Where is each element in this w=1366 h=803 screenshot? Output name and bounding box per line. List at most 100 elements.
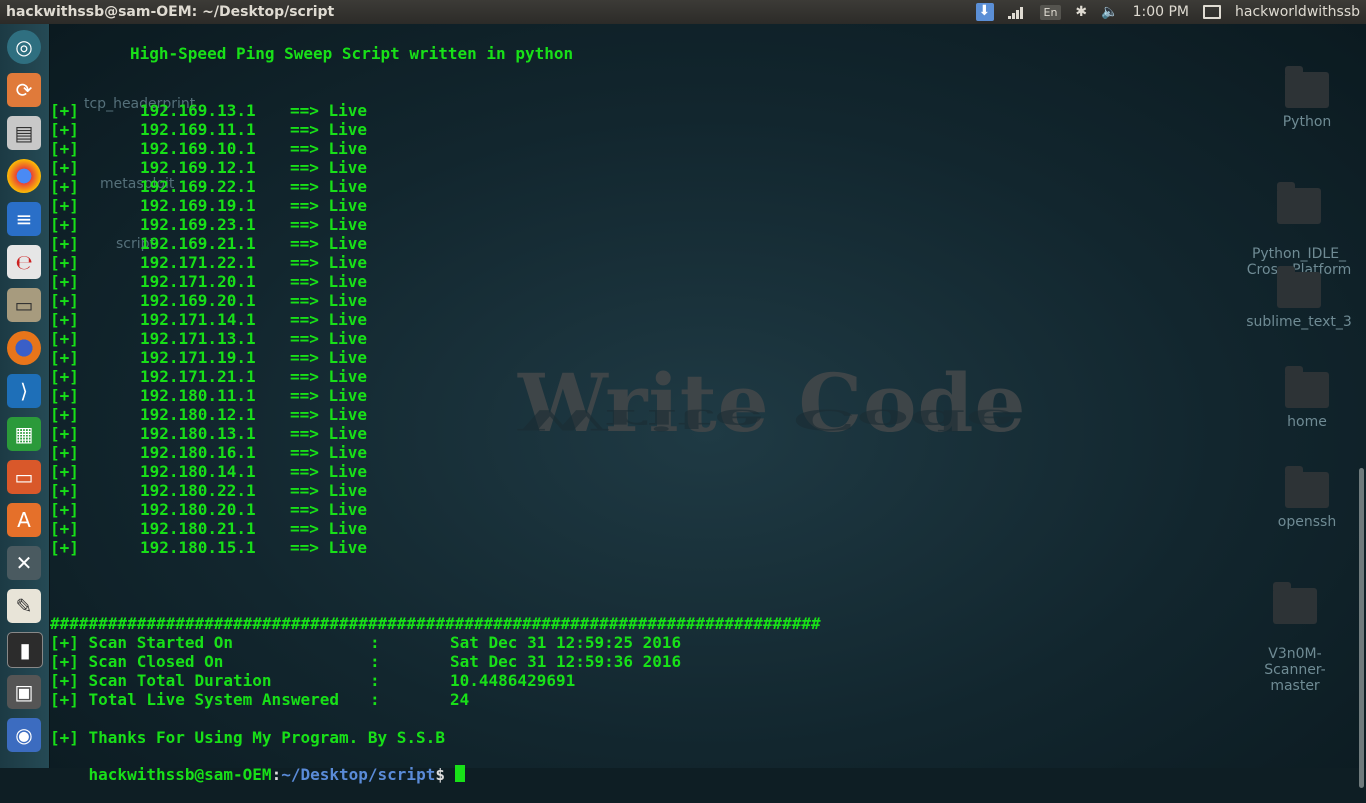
result-status: ==> Live bbox=[290, 462, 367, 481]
result-status: ==> Live bbox=[290, 424, 367, 443]
result-ip: 192.180.12.1 bbox=[140, 405, 256, 424]
files-icon[interactable]: ▭ bbox=[7, 288, 41, 322]
result-tag: [+] bbox=[50, 443, 79, 462]
result-status: ==> Live bbox=[290, 272, 367, 291]
result-tag: [+] bbox=[50, 424, 79, 443]
software-updater-icon[interactable]: ⟳ bbox=[7, 73, 41, 107]
result-tag: [+] bbox=[50, 500, 79, 519]
software-center-icon[interactable]: A bbox=[7, 503, 41, 537]
result-status: ==> Live bbox=[290, 177, 367, 196]
terminal-scrollbar[interactable] bbox=[1359, 468, 1364, 788]
result-status: ==> Live bbox=[290, 519, 367, 538]
result-ip: 192.180.14.1 bbox=[140, 462, 256, 481]
result-ip: 192.171.13.1 bbox=[140, 329, 256, 348]
result-status: ==> Live bbox=[290, 329, 367, 348]
launcher: ◎ ⟳ ▤ ≡ ℮ ▭ ⟩ ▦ ▭ A ✕ ✎ ▮ ▣ ◉ bbox=[0, 24, 50, 768]
summary-label: [+] Scan Total Duration bbox=[50, 671, 272, 690]
summary-value: 10.4486429691 bbox=[450, 671, 575, 690]
result-tag: [+] bbox=[50, 538, 79, 557]
result-tag: [+] bbox=[50, 291, 79, 310]
result-tag: [+] bbox=[50, 253, 79, 272]
result-tag: [+] bbox=[50, 120, 79, 139]
system-settings-icon[interactable]: ✕ bbox=[7, 546, 41, 580]
result-status: ==> Live bbox=[290, 386, 367, 405]
text-editor-icon[interactable]: ✎ bbox=[7, 589, 41, 623]
disk-icon[interactable]: ◉ bbox=[7, 718, 41, 752]
terminal-window[interactable]: High-Speed Ping Sweep Script written in … bbox=[50, 24, 1366, 768]
result-status: ==> Live bbox=[290, 120, 367, 139]
result-status: ==> Live bbox=[290, 253, 367, 272]
libreoffice-calc-icon[interactable]: ▦ bbox=[7, 417, 41, 451]
chrome-icon[interactable] bbox=[7, 159, 41, 193]
result-tag: [+] bbox=[50, 177, 79, 196]
result-ip: 192.180.15.1 bbox=[140, 538, 256, 557]
vscode-icon[interactable]: ⟩ bbox=[7, 374, 41, 408]
summary-colon: : bbox=[370, 633, 380, 652]
result-ip: 192.169.23.1 bbox=[140, 215, 256, 234]
terminal-icon[interactable]: ▮ bbox=[7, 632, 43, 668]
result-ip: 192.171.21.1 bbox=[140, 367, 256, 386]
keyboard-layout-indicator[interactable]: En bbox=[1040, 5, 1062, 20]
result-tag: [+] bbox=[50, 196, 79, 215]
result-ip: 192.180.11.1 bbox=[140, 386, 256, 405]
result-tag: [+] bbox=[50, 462, 79, 481]
result-ip: 192.169.19.1 bbox=[140, 196, 256, 215]
result-status: ==> Live bbox=[290, 291, 367, 310]
result-ip: 192.171.20.1 bbox=[140, 272, 256, 291]
result-ip: 192.180.13.1 bbox=[140, 424, 256, 443]
result-status: ==> Live bbox=[290, 405, 367, 424]
result-status: ==> Live bbox=[290, 158, 367, 177]
result-ip: 192.171.22.1 bbox=[140, 253, 256, 272]
result-tag: [+] bbox=[50, 405, 79, 424]
network-signal-icon[interactable] bbox=[1008, 5, 1026, 19]
result-ip: 192.171.14.1 bbox=[140, 310, 256, 329]
result-status: ==> Live bbox=[290, 500, 367, 519]
summary-colon: : bbox=[370, 652, 380, 671]
summary-value: Sat Dec 31 12:59:36 2016 bbox=[450, 652, 681, 671]
result-ip: 192.169.10.1 bbox=[140, 139, 256, 158]
result-status: ==> Live bbox=[290, 139, 367, 158]
thanks-line: [+] Thanks For Using My Program. By S.S.… bbox=[50, 728, 445, 747]
result-status: ==> Live bbox=[290, 234, 367, 253]
result-ip: 192.169.22.1 bbox=[140, 177, 256, 196]
user-name[interactable]: hackworldwithssb bbox=[1235, 4, 1360, 20]
result-status: ==> Live bbox=[290, 443, 367, 462]
result-status: ==> Live bbox=[290, 367, 367, 386]
summary-colon: : bbox=[370, 690, 380, 709]
download-icon[interactable] bbox=[976, 3, 994, 21]
result-ip: 192.180.16.1 bbox=[140, 443, 256, 462]
result-ip: 192.169.20.1 bbox=[140, 291, 256, 310]
result-status: ==> Live bbox=[290, 348, 367, 367]
result-ip: 192.169.13.1 bbox=[140, 101, 256, 120]
session-icon[interactable] bbox=[1203, 5, 1221, 19]
result-tag: [+] bbox=[50, 367, 79, 386]
summary-label: [+] Scan Started On bbox=[50, 633, 233, 652]
result-tag: [+] bbox=[50, 386, 79, 405]
workspace-icon[interactable]: ▣ bbox=[7, 675, 41, 709]
result-status: ==> Live bbox=[290, 215, 367, 234]
result-status: ==> Live bbox=[290, 538, 367, 557]
result-ip: 192.180.20.1 bbox=[140, 500, 256, 519]
ubuntu-dash-icon[interactable]: ◎ bbox=[7, 30, 41, 64]
shell-prompt[interactable]: hackwithssb@sam-OEM:~/Desktop/script$ bbox=[50, 746, 465, 803]
result-status: ==> Live bbox=[290, 196, 367, 215]
result-tag: [+] bbox=[50, 519, 79, 538]
pdf-reader-icon[interactable]: ℮ bbox=[7, 245, 41, 279]
result-ip: 192.171.19.1 bbox=[140, 348, 256, 367]
indicator-area: En ✱ 🔈 1:00 PM hackworldwithssb bbox=[976, 3, 1366, 21]
summary-value: Sat Dec 31 12:59:25 2016 bbox=[450, 633, 681, 652]
result-ip: 192.180.22.1 bbox=[140, 481, 256, 500]
libreoffice-impress-icon[interactable]: ▭ bbox=[7, 460, 41, 494]
result-tag: [+] bbox=[50, 272, 79, 291]
bluetooth-icon[interactable]: ✱ bbox=[1075, 4, 1087, 20]
volume-icon[interactable]: 🔈 bbox=[1101, 4, 1118, 20]
summary-colon: : bbox=[370, 671, 380, 690]
libreoffice-writer-icon[interactable]: ≡ bbox=[7, 202, 41, 236]
result-tag: [+] bbox=[50, 158, 79, 177]
file-cabinet-icon[interactable]: ▤ bbox=[7, 116, 41, 150]
firefox-icon[interactable] bbox=[7, 331, 41, 365]
clock[interactable]: 1:00 PM bbox=[1133, 4, 1189, 20]
result-tag: [+] bbox=[50, 139, 79, 158]
result-ip: 192.169.12.1 bbox=[140, 158, 256, 177]
result-ip: 192.180.21.1 bbox=[140, 519, 256, 538]
